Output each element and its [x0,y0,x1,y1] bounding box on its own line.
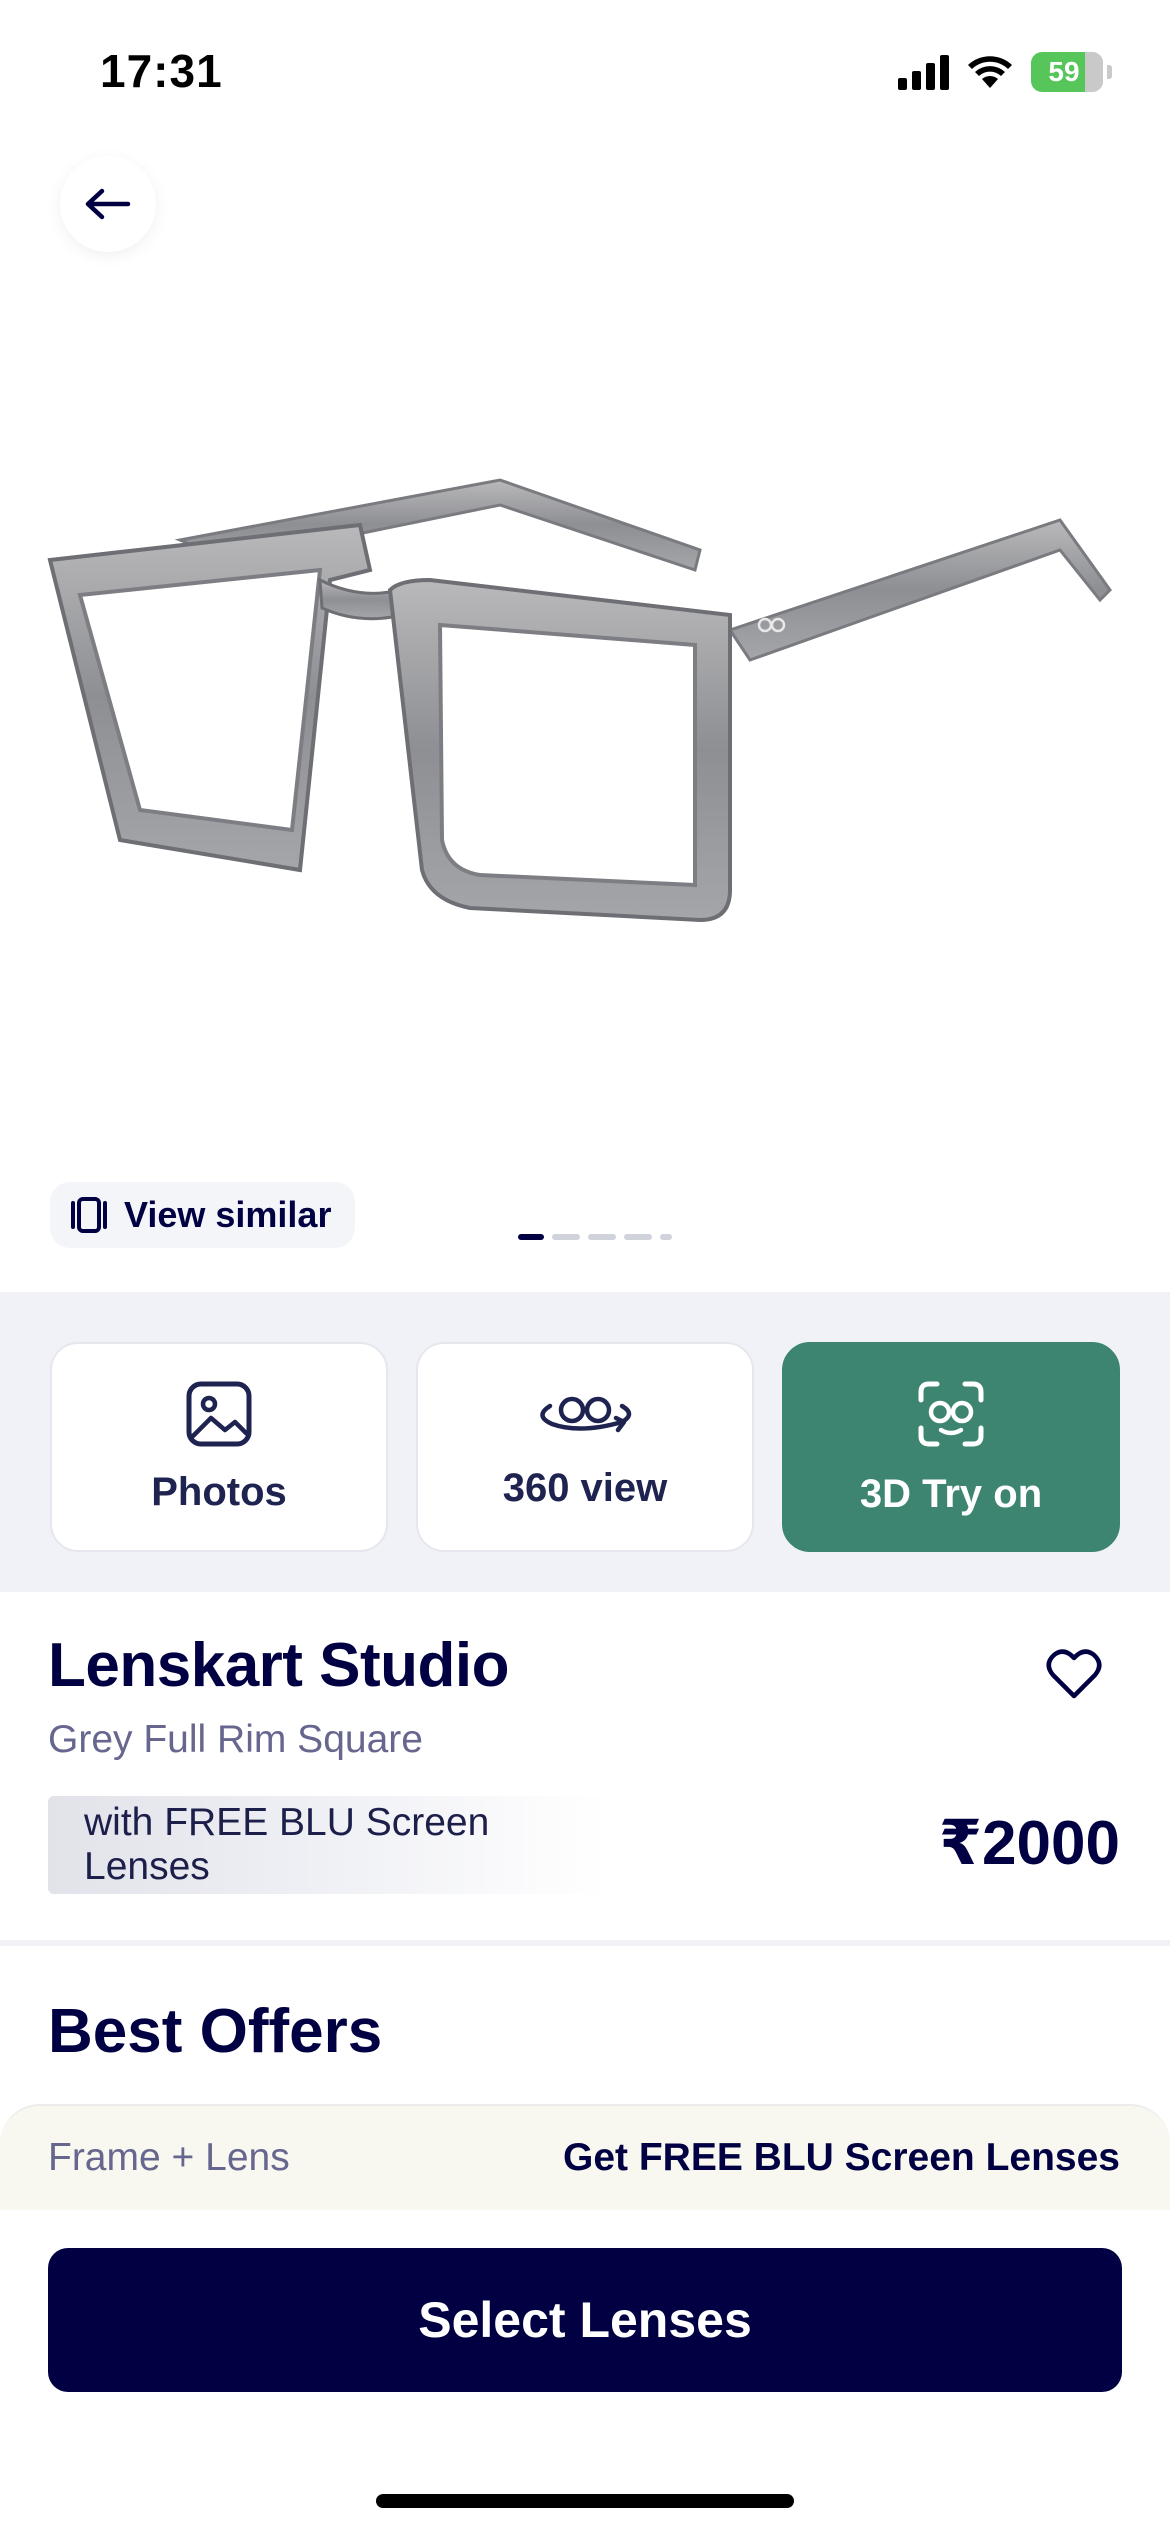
product-subtitle: Grey Full Rim Square [48,1718,423,1761]
cellular-signal-icon [898,54,949,90]
rotate-glasses-icon [540,1396,632,1432]
offer-strip-left: Frame + Lens [48,2136,290,2179]
face-scan-glasses-icon [918,1381,984,1446]
photos-tab-label: Photos [151,1469,287,1514]
select-lenses-button[interactable]: Select Lenses [48,2248,1122,2392]
best-offers-title: Best Offers [48,1997,383,2066]
cards-stack-icon [71,1197,107,1233]
arrow-left-icon [85,188,131,220]
photos-tab[interactable]: Photos [50,1342,388,1552]
carousel-dot[interactable] [624,1234,652,1240]
view-similar-label: View similar [124,1194,332,1235]
carousel-dot[interactable] [588,1234,616,1240]
status-icons: 59 [898,52,1112,92]
offer-strip[interactable]: Frame + Lens Get FREE BLU Screen Lenses [0,2104,1170,2210]
carousel-indicator [518,1234,672,1240]
offer-strip-right: Get FREE BLU Screen Lenses [562,2136,1120,2179]
wishlist-heart-icon[interactable] [1046,1648,1102,1700]
carousel-dot[interactable] [552,1234,580,1240]
3d-try-on-tab[interactable]: 3D Try on [782,1342,1120,1552]
3d-try-on-tab-label: 3D Try on [859,1471,1043,1516]
battery-icon: 59 [1031,52,1103,92]
360-view-tab[interactable]: 360 view [416,1342,754,1552]
view-similar-button[interactable]: View similar [50,1182,356,1248]
media-tabs-section: Photos 360 view 3D Try on [0,1292,1170,1592]
image-icon [186,1381,252,1446]
brand-name: Lenskart Studio [48,1631,510,1700]
price: ₹2000 [938,1809,1120,1878]
section-divider [0,1940,1170,1946]
carousel-dot[interactable] [518,1234,544,1240]
back-button[interactable] [60,156,156,252]
bottom-cta-bar: Select Lenses [0,2210,1170,2532]
lens-note-badge: with FREE BLU Screen Lenses [48,1796,608,1894]
home-indicator [376,2494,794,2508]
battery-level: 59 [1048,56,1080,87]
status-time: 17:31 [100,45,223,97]
carousel-dot[interactable] [660,1234,672,1240]
wifi-icon [968,56,1012,88]
product-image[interactable] [30,430,1140,950]
status-bar: 17:31 59 [0,0,1170,150]
360-view-tab-label: 360 view [502,1465,668,1510]
